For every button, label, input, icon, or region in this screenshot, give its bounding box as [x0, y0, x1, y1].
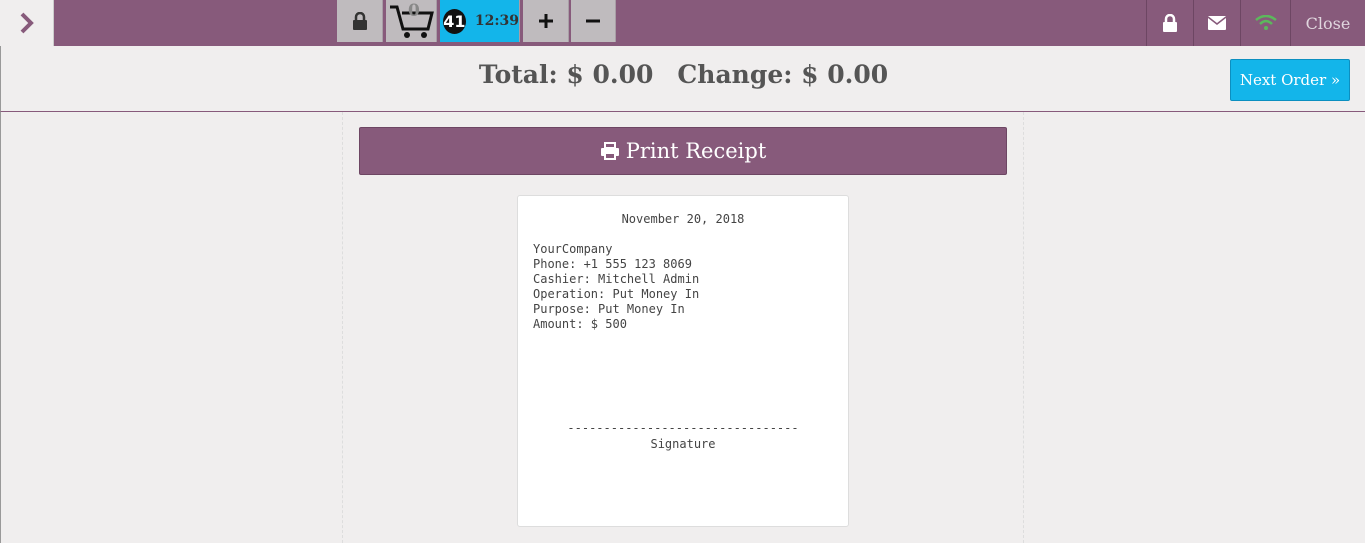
receipt-amount: Amount: $ 500	[533, 317, 627, 331]
receipt-purpose: Purpose: Put Money In	[533, 302, 685, 316]
minus-icon	[586, 19, 600, 23]
lock-screen-button[interactable]	[1146, 0, 1193, 46]
receipt-lines: YourCompany Phone: +1 555 123 8069 Cashi…	[533, 242, 699, 332]
order-time: 12:39	[474, 13, 519, 29]
receipt-company: YourCompany	[533, 242, 613, 256]
receipt-cashier: Cashier: Mitchell Admin	[533, 272, 700, 286]
lock-icon	[352, 12, 367, 30]
totals: Total: $ 0.00 Change: $ 0.00	[1, 60, 1365, 89]
close-button[interactable]: Close	[1290, 0, 1365, 46]
change-amount: Change: $ 0.00	[677, 60, 889, 89]
wifi-icon	[1254, 15, 1277, 30]
plus-icon	[538, 14, 553, 28]
lock-icon	[1163, 14, 1177, 32]
receipt-date: November 20, 2018	[621, 212, 745, 226]
cart-button[interactable]: 0	[386, 0, 437, 42]
order-number-badge: 41	[443, 8, 466, 34]
new-order-button[interactable]	[523, 0, 569, 42]
next-order-button[interactable]: Next Order »	[1230, 59, 1350, 101]
printer-icon	[600, 142, 619, 160]
top-bar: 0 41 12:39 Close	[0, 0, 1365, 46]
total-amount: Total: $ 0.00	[478, 60, 654, 89]
left-divider	[0, 112, 1, 543]
signature-line: --------------------------------	[567, 421, 799, 435]
connection-status[interactable]	[1240, 0, 1290, 46]
receipt: November 20, 2018 YourCompany Phone: +1 …	[517, 195, 849, 527]
payment-header: Total: $ 0.00 Change: $ 0.00 Next Order »	[0, 46, 1365, 112]
print-receipt-label: Print Receipt	[625, 139, 767, 163]
receipt-phone: Phone: +1 555 123 8069	[533, 257, 692, 271]
order-tab[interactable]: 41 12:39	[440, 0, 520, 42]
email-button[interactable]	[1193, 0, 1240, 46]
delete-order-button[interactable]	[571, 0, 616, 42]
lock-order-button[interactable]	[337, 0, 383, 42]
envelope-icon	[1208, 16, 1226, 30]
signature-label: Signature	[650, 437, 716, 451]
print-receipt-button[interactable]: Print Receipt	[359, 127, 1007, 175]
cart-count: 0	[408, 1, 420, 21]
receipt-operation: Operation: Put Money In	[533, 287, 700, 301]
chevron-right-icon	[20, 12, 34, 34]
sidebar-toggle-button[interactable]	[0, 0, 54, 46]
